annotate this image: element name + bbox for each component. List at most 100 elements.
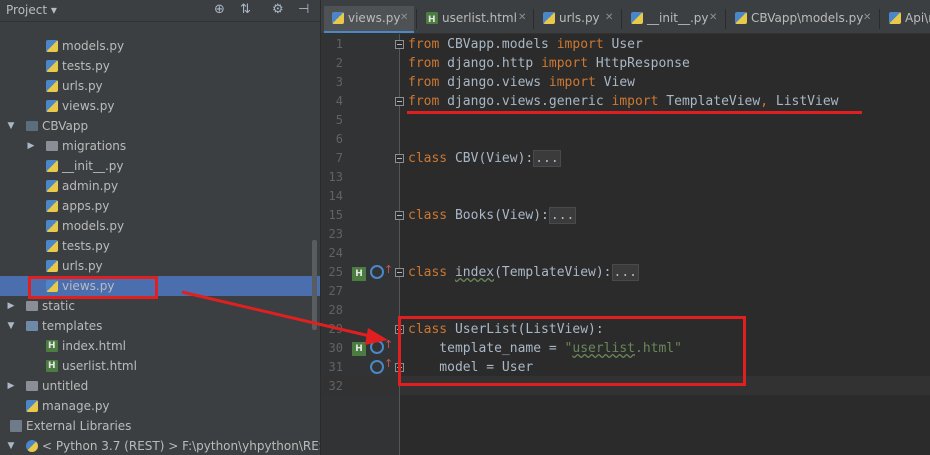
implemented-arrow-icon[interactable]: ↑ <box>384 357 393 371</box>
template-link-icon[interactable]: H <box>352 267 366 281</box>
tab-cbvapp-models-py[interactable]: CBVapp\models.py ✕ <box>727 6 877 33</box>
hide-pane-icon[interactable]: ⊣ <box>298 2 309 17</box>
tree-item[interactable]: models.py <box>0 36 320 56</box>
tree-folder-migrations[interactable]: ▶ migrations <box>0 136 320 156</box>
tree-item[interactable]: tests.py <box>0 236 320 256</box>
tree-item[interactable]: tests.py <box>0 56 320 76</box>
folder-icon <box>26 321 38 331</box>
code-line-25: class index(TemplateView):... <box>408 264 639 281</box>
tab-label: urls.py <box>559 11 600 25</box>
close-icon[interactable]: ✕ <box>605 6 613 30</box>
tree-item-label: templates <box>42 319 103 333</box>
fold-marker[interactable] <box>395 154 404 163</box>
implemented-arrow-icon[interactable]: ↑ <box>384 263 393 277</box>
tree-item[interactable]: manage.py <box>0 396 320 416</box>
project-pane-title-text: Project <box>6 3 48 17</box>
line-number: 29 <box>328 322 343 336</box>
project-pane-title[interactable]: Project ▾ <box>6 3 57 17</box>
expanded-arrow-icon[interactable]: ▼ <box>6 316 16 336</box>
folder-icon <box>46 141 58 151</box>
gear-icon[interactable]: ⚙ <box>272 2 284 17</box>
collapse-all-icon[interactable]: ⇅ <box>240 2 251 17</box>
line-number: 2 <box>335 56 343 70</box>
tree-item-label: views.py <box>62 99 115 113</box>
tree-folder-static[interactable]: ▶ static <box>0 296 320 316</box>
locate-icon[interactable]: ⊕ <box>214 2 225 17</box>
template-link-icon[interactable]: H <box>352 342 366 356</box>
tree-item-label: migrations <box>62 139 127 153</box>
tab-init-py[interactable]: __init__.py ✕ <box>623 6 723 33</box>
tree-item-label: tests.py <box>62 59 110 73</box>
line-number: 4 <box>335 94 343 108</box>
python-file-icon <box>735 12 747 24</box>
close-icon[interactable]: ✕ <box>709 6 717 30</box>
html-file-icon <box>46 336 58 356</box>
tree-item-label: urls.py <box>62 79 103 93</box>
tree-item-label: static <box>42 299 75 313</box>
override-icon[interactable] <box>370 265 384 279</box>
close-icon[interactable]: ✕ <box>518 6 526 30</box>
fold-marker[interactable] <box>395 268 404 277</box>
line-number: 32 <box>328 379 343 393</box>
tree-item-python-sdk[interactable]: ▼ < Python 3.7 (REST) > F:\python\yhpyth… <box>0 436 320 455</box>
line-number: 6 <box>335 132 343 146</box>
close-icon[interactable]: ✕ <box>863 6 871 30</box>
annotation-box-views <box>28 276 158 299</box>
python-file-icon <box>46 40 58 52</box>
tree-item[interactable]: admin.py <box>0 176 320 196</box>
tree-item[interactable]: urls.py <box>0 76 320 96</box>
tree-item-label: manage.py <box>42 399 110 413</box>
code-line-3: from django.views import View <box>408 75 635 90</box>
tab-label: CBVapp\models.py <box>751 11 864 25</box>
python-file-icon <box>46 260 58 272</box>
fold-marker[interactable] <box>395 211 404 220</box>
line-number: 14 <box>328 189 343 203</box>
tree-item-label: userlist.html <box>62 359 137 373</box>
tree-item-label: apps.py <box>62 199 110 213</box>
line-number: 24 <box>328 246 343 260</box>
python-file-icon <box>889 12 901 24</box>
collapsed-arrow-icon[interactable]: ▶ <box>6 296 16 316</box>
fold-marker[interactable] <box>395 40 404 49</box>
tab-api-models-py[interactable]: Api\m <box>881 6 930 33</box>
annotation-underline-import <box>407 111 862 114</box>
tree-item-label: index.html <box>62 339 126 353</box>
fold-marker[interactable] <box>395 97 404 106</box>
line-number: 27 <box>328 284 343 298</box>
tree-item-label: models.py <box>62 219 125 233</box>
folder-icon <box>26 381 38 391</box>
tree-item-label: urls.py <box>62 259 103 273</box>
implemented-arrow-icon[interactable]: ↑ <box>384 338 393 352</box>
expanded-arrow-icon[interactable]: ▼ <box>6 116 16 136</box>
project-scrollbar[interactable] <box>312 240 317 330</box>
expanded-arrow-icon[interactable]: ▼ <box>6 436 16 455</box>
annotation-box-userlist <box>398 316 746 386</box>
override-icon[interactable] <box>370 360 384 374</box>
editor-tabs: views.py ✕ userlist.html ✕ urls.py ✕ __i… <box>321 0 930 34</box>
html-file-icon <box>46 356 58 376</box>
collapsed-arrow-icon[interactable]: ▶ <box>26 136 36 156</box>
python-file-icon <box>46 80 58 92</box>
line-number: 1 <box>335 37 343 51</box>
tab-userlist-html[interactable]: userlist.html ✕ <box>418 6 531 33</box>
tree-folder-untitled[interactable]: ▶ untitled <box>0 376 320 396</box>
tab-views-py[interactable]: views.py ✕ <box>324 6 414 33</box>
tree-item[interactable]: urls.py <box>0 256 320 276</box>
tree-folder-cbvapp[interactable]: ▼ CBVapp <box>0 116 320 136</box>
override-icon[interactable] <box>370 340 384 354</box>
tree-item[interactable]: models.py <box>0 216 320 236</box>
tree-item[interactable]: views.py <box>0 96 320 116</box>
tree-item[interactable]: apps.py <box>0 196 320 216</box>
python-file-icon <box>46 100 58 112</box>
tree-item-label: models.py <box>62 39 125 53</box>
collapsed-arrow-icon[interactable]: ▶ <box>6 376 16 396</box>
project-pane: Project ▾ ⊕ ⇅ ⚙ ⊣ models.py tests.py url… <box>0 0 320 455</box>
tree-item-external-libraries[interactable]: External Libraries <box>0 416 320 436</box>
tree-item[interactable]: index.html <box>0 336 320 356</box>
code-line-1: from CBVapp.models import User <box>408 37 643 52</box>
tree-item[interactable]: __init__.py <box>0 156 320 176</box>
tree-item[interactable]: userlist.html <box>0 356 320 376</box>
close-icon[interactable]: ✕ <box>400 6 408 30</box>
tree-folder-templates[interactable]: ▼ templates <box>0 316 320 336</box>
tab-urls-py[interactable]: urls.py ✕ <box>535 6 619 33</box>
